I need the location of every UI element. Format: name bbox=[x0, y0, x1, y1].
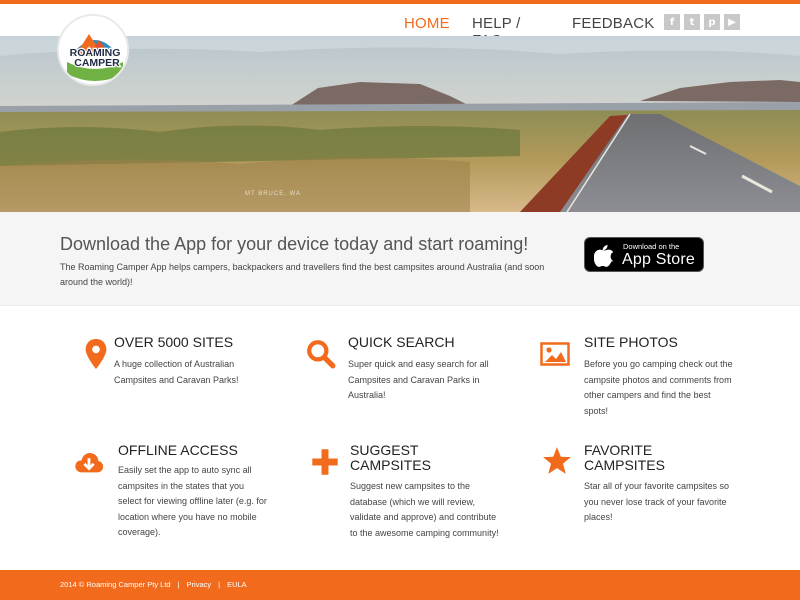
feature-text: Suggest new campsites to the database (w… bbox=[350, 481, 499, 538]
feature-text: A huge collection of Australian Campsite… bbox=[114, 359, 239, 385]
app-store-button[interactable]: Download on the App Store bbox=[584, 237, 704, 272]
hero-caption: MT BRUCE, WA bbox=[245, 191, 302, 197]
feature-text: Easily set the app to auto sync all camp… bbox=[118, 465, 267, 537]
cta-heading: Download the App for your device today a… bbox=[60, 234, 529, 254]
facebook-icon[interactable]: f bbox=[664, 14, 680, 30]
logo-text-line2: CAMPER bbox=[74, 57, 120, 69]
apple-icon bbox=[594, 245, 614, 267]
feature-title: FAVORITE CAMPSITES bbox=[584, 442, 665, 473]
feature-title: OFFLINE ACCESS bbox=[118, 442, 238, 458]
feature-text: Before you go camping check out the camp… bbox=[584, 359, 733, 416]
appstore-big-text: App Store bbox=[622, 251, 695, 268]
youtube-icon[interactable]: ▶ bbox=[724, 14, 740, 30]
appstore-small-text: Download on the bbox=[623, 242, 680, 251]
social-links: f t p ▶ bbox=[664, 14, 740, 30]
footer-privacy-link[interactable]: Privacy bbox=[187, 580, 212, 589]
footer-separator: | bbox=[218, 580, 221, 589]
pinterest-icon[interactable]: p bbox=[704, 14, 720, 30]
footer-eula-link[interactable]: EULA bbox=[227, 580, 247, 589]
cloud-download-icon bbox=[75, 453, 104, 473]
site-footer: 2014 © Roaming Camper Pty Ltd | Privacy … bbox=[0, 570, 800, 600]
roaming-camper-logo[interactable]: ROAMING CAMPER bbox=[57, 14, 129, 86]
photo-icon bbox=[540, 342, 570, 366]
map-pin-icon bbox=[85, 339, 107, 369]
plus-icon bbox=[312, 449, 338, 475]
star-icon bbox=[543, 447, 571, 474]
search-icon bbox=[307, 340, 336, 369]
feature-title: SUGGEST CAMPSITES bbox=[350, 442, 431, 473]
feature-text: Star all of your favorite campsites so y… bbox=[584, 481, 730, 522]
footer-copyright: 2014 © Roaming Camper Pty Ltd bbox=[60, 580, 171, 589]
footer-separator: | bbox=[177, 580, 180, 589]
feature-title: OVER 5000 SITES bbox=[114, 334, 234, 350]
download-cta: Download the App for your device today a… bbox=[0, 212, 800, 306]
twitter-icon[interactable]: t bbox=[684, 14, 700, 30]
feature-text: Super quick and easy search for all Camp… bbox=[348, 359, 489, 400]
feature-title: QUICK SEARCH bbox=[348, 334, 455, 350]
feature-title: SITE PHOTOS bbox=[584, 334, 678, 350]
cta-description: The Roaming Camper App helps campers, ba… bbox=[60, 262, 545, 287]
